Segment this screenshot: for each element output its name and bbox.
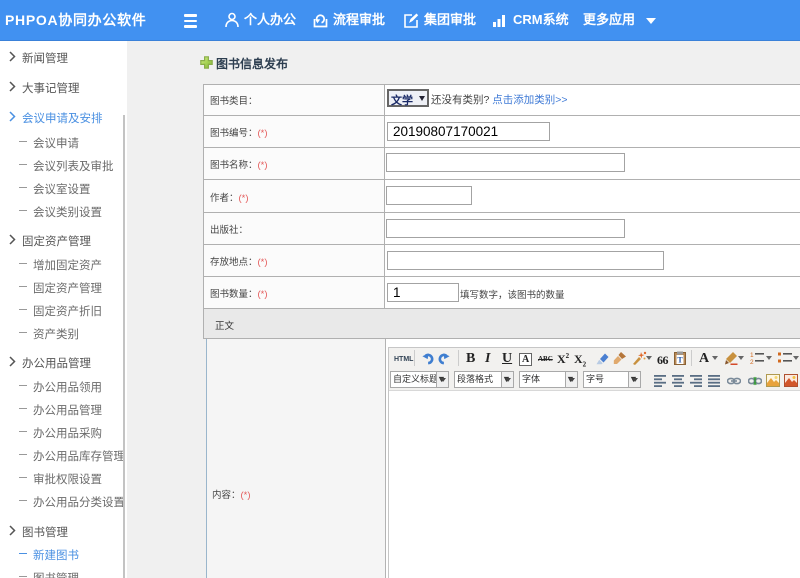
svg-text:2: 2 [750, 359, 754, 365]
svg-text:T: T [677, 356, 683, 365]
svg-text:1: 1 [750, 352, 754, 359]
